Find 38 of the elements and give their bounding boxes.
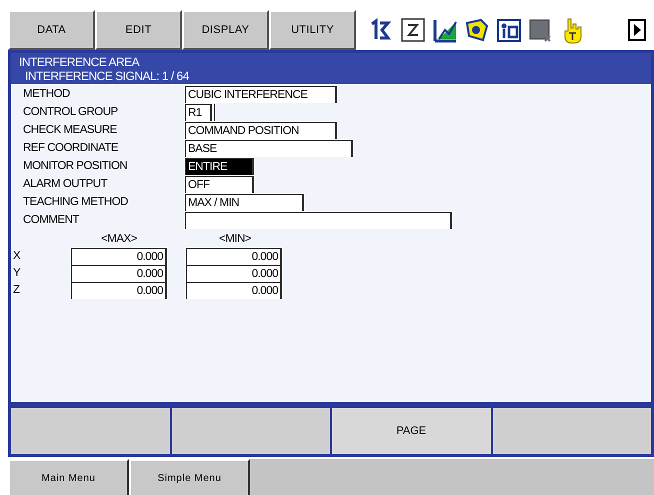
axis-label: Y	[12, 266, 22, 282]
column-header: <MAX>	[100, 232, 138, 247]
axis-label: X	[12, 249, 22, 264]
field-label: CHECK MEASURE	[22, 122, 118, 138]
signal-bars-icon[interactable]	[432, 17, 458, 43]
axis-label: Z	[12, 283, 21, 298]
value-field[interactable]: 0.000	[71, 248, 167, 266]
field-label: COMMENT	[22, 212, 80, 228]
function-key[interactable]: PAGE	[332, 408, 490, 454]
menu-tab[interactable]: UTILITY	[269, 10, 356, 50]
value-field[interactable]: CUBIC INTERFERENCE	[185, 86, 337, 103]
field-label: TEACHING METHOD	[22, 194, 129, 210]
value-field[interactable]: ENTIRE	[185, 158, 254, 175]
menu-tab[interactable]: EDIT	[95, 10, 182, 50]
value-field[interactable]: 0.000	[186, 248, 282, 266]
play-icon[interactable]	[628, 19, 646, 41]
value-field[interactable]: OFF	[185, 176, 254, 193]
bottom-tab[interactable]: Main Menu	[8, 459, 129, 495]
field-label: METHOD	[22, 86, 71, 102]
bottom-tab[interactable]: Simple Menu	[129, 459, 250, 495]
field-label: CONTROL GROUP	[22, 104, 119, 120]
signal-counter: INTERFERENCE SIGNAL: 1 / 64	[24, 69, 190, 83]
value-field[interactable]: BASE	[185, 140, 353, 157]
field-label: REF COORDINATE	[22, 140, 120, 156]
column-header: <MIN>	[218, 232, 252, 247]
menu-tab[interactable]: DISPLAY	[182, 10, 269, 50]
value-field[interactable]: 0.000	[186, 282, 282, 300]
value-field[interactable]	[185, 212, 452, 229]
value-field[interactable]: R1	[185, 104, 212, 121]
screen-title: INTERFERENCE AREA	[19, 55, 140, 69]
field-label: MONITOR POSITION	[22, 158, 128, 174]
value-field[interactable]: COMMAND POSITION	[185, 122, 337, 139]
field-label: ALARM OUTPUT	[22, 176, 108, 192]
value-field[interactable]: 0.000	[71, 265, 167, 282]
menu-tab[interactable]: DATA	[8, 10, 95, 50]
value-field[interactable]: 0.000	[71, 282, 167, 300]
value-field[interactable]: MAX / MIN	[185, 194, 304, 211]
value-field[interactable]: 0.000	[186, 265, 282, 282]
